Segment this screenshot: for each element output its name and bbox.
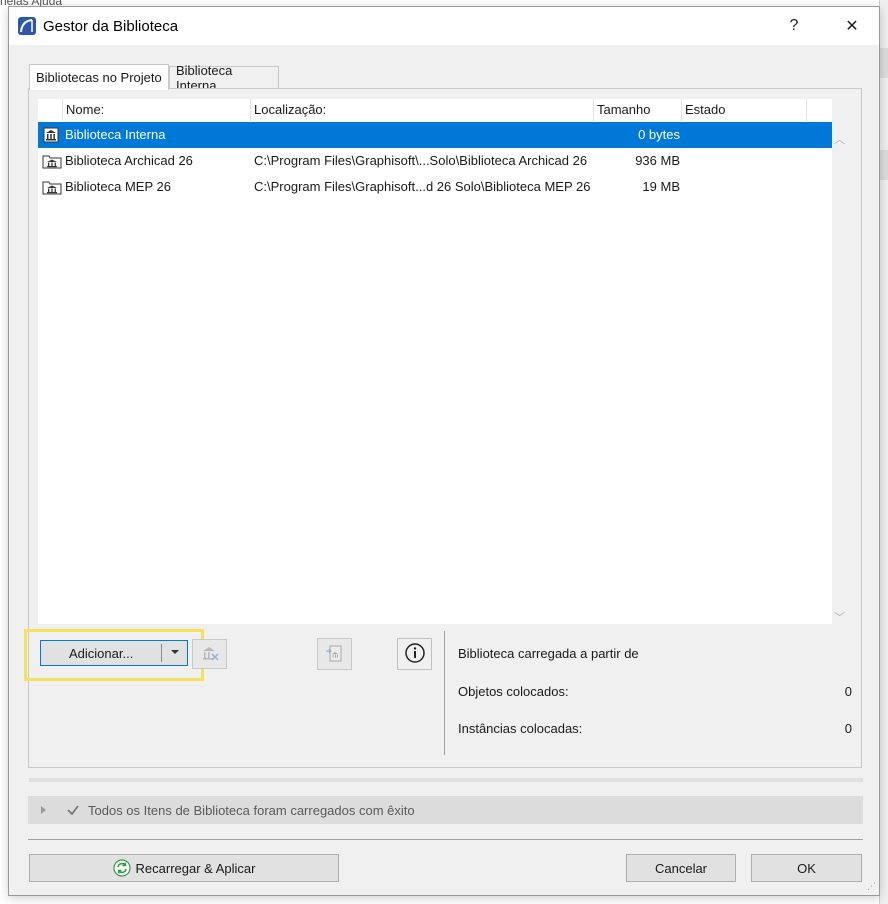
library-folder-icon: [42, 153, 62, 169]
resize-grip-icon[interactable]: ⋰: [867, 881, 876, 892]
row-state: [685, 122, 805, 148]
info-button[interactable]: [397, 638, 432, 670]
row-state: [685, 148, 805, 174]
tab-label: Bibliotecas no Projeto: [36, 70, 162, 85]
library-manager-dialog: Gestor da Biblioteca ? ✕ Bibliotecas no …: [8, 6, 880, 896]
scroll-up-icon[interactable]: ︿: [834, 131, 845, 147]
row-location: [254, 122, 594, 148]
highlight-box: [24, 629, 204, 681]
reload-apply-button[interactable]: Recarregar & Aplicar: [29, 854, 339, 882]
horizontal-separator: [29, 778, 863, 782]
row-name: Biblioteca Interna: [65, 127, 166, 142]
row-name: Biblioteca Archicad 26: [65, 153, 193, 168]
export-library-button[interactable]: [317, 638, 352, 670]
table-row[interactable]: Biblioteca Interna 0 bytes: [38, 122, 832, 148]
row-size: 936 MB: [635, 153, 680, 168]
export-library-icon: [324, 642, 346, 667]
row-size: 19 MB: [642, 179, 680, 194]
row-name: Biblioteca MEP 26: [65, 179, 171, 194]
loaded-from-label: Biblioteca carregada a partir de: [458, 646, 639, 661]
column-header-icon: [38, 99, 63, 121]
cancel-button[interactable]: Cancelar: [626, 854, 736, 882]
column-header-state[interactable]: Estado: [682, 99, 807, 121]
close-button[interactable]: ✕: [829, 7, 875, 45]
info-icon: [404, 642, 426, 667]
ok-button[interactable]: OK: [751, 854, 862, 882]
tab-embedded-library[interactable]: Biblioteca Interna: [169, 63, 279, 93]
expand-arrow-icon[interactable]: [39, 804, 49, 819]
placed-objects-value: 0: [844, 684, 852, 699]
table-row[interactable]: Biblioteca Archicad 26 C:\Program Files\…: [38, 148, 832, 174]
reload-icon: [112, 859, 131, 877]
footer-separator: [28, 839, 863, 840]
placed-instances-label: Instâncias colocadas:: [458, 721, 583, 736]
tab-libraries-in-project[interactable]: Bibliotecas no Projeto: [29, 64, 169, 90]
status-message: Todos os Itens de Biblioteca foram carre…: [88, 803, 415, 818]
row-location: C:\Program Files\Graphisoft\...Solo\Bibl…: [254, 153, 588, 168]
column-header-size[interactable]: Tamanho: [594, 99, 682, 121]
remove-library-button[interactable]: [192, 639, 227, 669]
title-bar: Gestor da Biblioteca ? ✕: [9, 7, 879, 45]
scroll-down-icon[interactable]: ﹀: [834, 609, 845, 625]
row-location: C:\Program Files\Graphisoft...d 26 Solo\…: [254, 179, 591, 194]
column-header-location[interactable]: Localização:: [251, 99, 594, 121]
table-row[interactable]: Biblioteca MEP 26 C:\Program Files\Graph…: [38, 174, 832, 200]
checkmark-icon: [66, 803, 80, 820]
help-button[interactable]: ?: [771, 7, 817, 45]
background-app-edge: [879, 0, 888, 904]
library-list[interactable]: Nome: Localização: Tamanho Estado Biblio…: [38, 99, 845, 624]
background-strip: [880, 48, 888, 78]
library-folder-icon: [42, 179, 62, 195]
placed-instances-value: 0: [844, 721, 852, 736]
archicad-app-icon: [18, 17, 36, 35]
background-strip: [880, 150, 888, 180]
library-icon: [42, 127, 60, 143]
placed-objects-label: Objetos colocados:: [458, 684, 569, 699]
remove-library-icon: [199, 643, 221, 666]
info-divider: [444, 631, 445, 755]
row-state: [685, 174, 805, 200]
dialog-title: Gestor da Biblioteca: [43, 18, 179, 35]
row-size: 0 bytes: [638, 127, 680, 142]
reload-label: Recarregar & Aplicar: [135, 860, 256, 876]
column-header-name[interactable]: Nome:: [63, 99, 251, 121]
